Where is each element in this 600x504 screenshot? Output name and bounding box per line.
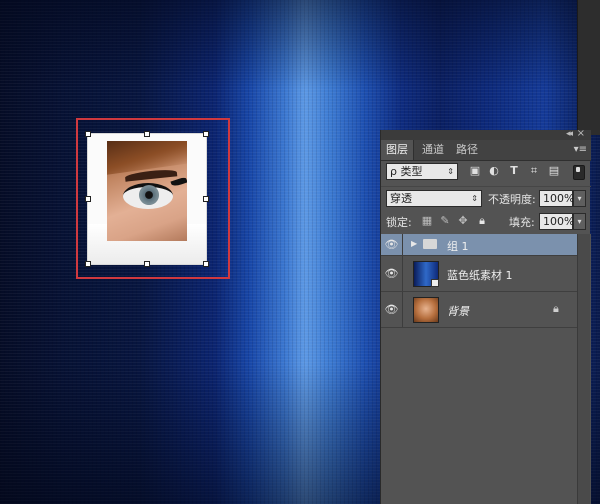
- layers-scrollbar[interactable]: [577, 234, 590, 504]
- tab-channels[interactable]: 通道: [417, 140, 449, 160]
- layer-name: 组 1: [447, 240, 469, 253]
- filter-toggle-switch[interactable]: [573, 165, 585, 180]
- tab-paths[interactable]: 路径: [451, 140, 483, 160]
- blend-mode-select[interactable]: 穿透 ⇕: [386, 190, 482, 207]
- filter-kind-select[interactable]: ρ 类型 ⇕: [386, 163, 458, 180]
- layer-name: 蓝色纸素材 1: [447, 269, 513, 282]
- layer-row-background[interactable]: 👁︎ 背景 🔒︎: [381, 292, 578, 328]
- opacity-input[interactable]: 100%: [539, 190, 574, 207]
- lock-row: 锁定: ▦ ✎ ✥ 🔒︎ 填充: 100% ▾: [381, 210, 591, 235]
- eye-icon[interactable]: 👁︎: [381, 292, 403, 327]
- stepper-arrows-icon: ⇕: [471, 194, 478, 203]
- shape-filter-icon[interactable]: ⌗: [527, 164, 541, 178]
- lock-icon: 🔒︎: [553, 302, 559, 315]
- filter-kind-label: ρ 类型: [390, 165, 423, 178]
- fill-dropdown-icon[interactable]: ▾: [573, 213, 586, 230]
- collapse-panel-icon[interactable]: ◂◂: [566, 129, 573, 139]
- blend-mode-value: 穿透: [390, 192, 412, 205]
- layer-name: 背景: [447, 305, 469, 318]
- lock-all-icon[interactable]: 🔒︎: [476, 215, 488, 227]
- blend-row: 穿透 ⇕ 不透明度: 100% ▾: [381, 186, 591, 211]
- expand-triangle-icon[interactable]: ▶: [411, 239, 417, 248]
- panel-menu-icon[interactable]: ▾≡: [574, 144, 587, 155]
- lock-position-icon[interactable]: ✥: [457, 215, 469, 227]
- type-filter-icon[interactable]: T: [507, 164, 521, 178]
- eye-icon[interactable]: 👁︎: [381, 256, 403, 291]
- adjustment-filter-icon[interactable]: ◐: [487, 164, 501, 178]
- panel-tabs: 图层 通道 路径 ▾≡: [381, 140, 591, 161]
- smart-object-filter-icon[interactable]: ▤: [547, 164, 561, 178]
- layers-panel: ◂◂ × 图层 通道 路径 ▾≡ ρ 类型 ⇕ ▣ ◐ T ⌗ ▤ 穿透 ⇕ 不…: [380, 128, 591, 504]
- lock-transparent-pixels-icon[interactable]: ▦: [421, 215, 433, 227]
- smart-object-badge-icon: [431, 279, 439, 287]
- highlight-rectangle: [76, 118, 230, 279]
- layer-row-blue-paper[interactable]: 👁︎ 蓝色纸素材 1: [381, 256, 578, 292]
- opacity-dropdown-icon[interactable]: ▾: [573, 190, 586, 207]
- lock-label: 锁定:: [386, 216, 412, 229]
- canvas-edge-panel: [577, 0, 600, 135]
- layer-thumbnail: [413, 297, 439, 323]
- layer-row-group-1[interactable]: 👁︎ ▶ 组 1: [381, 234, 578, 256]
- folder-icon: [423, 239, 437, 249]
- layer-thumbnail: [413, 261, 439, 287]
- layers-list: 👁︎ ▶ 组 1 👁︎ 蓝色纸素材 1 👁︎ 背景 🔒︎: [381, 234, 591, 504]
- fill-input[interactable]: 100%: [539, 213, 574, 230]
- close-panel-icon[interactable]: ×: [577, 128, 585, 139]
- eye-icon[interactable]: 👁︎: [381, 234, 403, 255]
- opacity-label: 不透明度:: [488, 193, 536, 206]
- tab-layers[interactable]: 图层: [381, 140, 414, 160]
- image-filter-icon[interactable]: ▣: [468, 164, 482, 178]
- lock-image-pixels-icon[interactable]: ✎: [439, 215, 451, 227]
- layer-filter-row: ρ 类型 ⇕ ▣ ◐ T ⌗ ▤: [381, 160, 591, 186]
- stepper-arrows-icon: ⇕: [447, 167, 454, 176]
- fill-label: 填充:: [509, 216, 535, 229]
